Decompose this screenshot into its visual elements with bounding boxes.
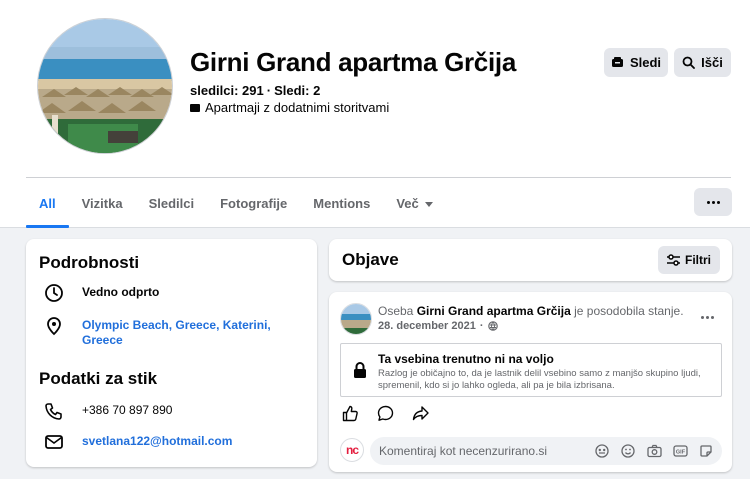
- following-count[interactable]: Sledi: 2: [274, 83, 320, 98]
- tab-label: Mentions: [313, 196, 371, 211]
- page-stats: sledilci: 291 · Sledi: 2: [190, 83, 320, 98]
- date-separator: ·: [479, 320, 484, 332]
- post-prefix: Oseba: [378, 304, 414, 318]
- category-label: Apartmaji z dodatnimi storitvami: [205, 100, 390, 115]
- more-options-button[interactable]: [694, 188, 732, 216]
- details-card: Podrobnosti Vedno odprto Olympic Beach, …: [26, 239, 317, 467]
- post-author-avatar[interactable]: [340, 303, 372, 335]
- details-heading: Podrobnosti: [39, 253, 140, 272]
- mail-icon: [42, 432, 66, 452]
- followers-count[interactable]: sledilci: 291: [190, 83, 264, 98]
- address-link[interactable]: Olympic Beach, Greece, Katerini, Greece: [82, 316, 282, 348]
- hours-row: Vedno odprto: [42, 283, 159, 303]
- globe-icon: [487, 321, 498, 331]
- filter-button[interactable]: Filtri: [658, 246, 720, 274]
- camera-icon[interactable]: [646, 443, 662, 459]
- unavailable-title: Ta vsebina trenutno ni na voljo: [378, 352, 554, 366]
- follow-icon: [611, 57, 623, 67]
- profile-picture[interactable]: [37, 18, 173, 154]
- email-link[interactable]: svetlana122@hotmail.com: [82, 432, 232, 449]
- location-pin-icon: [42, 316, 66, 336]
- tab-label: All: [39, 196, 56, 211]
- tab-more[interactable]: Več: [383, 186, 445, 226]
- tab-sledilci[interactable]: Sledilci: [136, 186, 208, 226]
- gif-icon[interactable]: GIF: [672, 443, 688, 459]
- briefcase-icon: [190, 103, 200, 112]
- avatar-sticker-icon[interactable]: [594, 443, 610, 459]
- hours-text: Vedno odprto: [82, 285, 160, 299]
- posts-heading: Objave: [342, 250, 399, 269]
- post-date-line: 28. december 2021 ·: [378, 320, 498, 332]
- filter-label: Filtri: [685, 253, 711, 267]
- post-options-button[interactable]: [701, 316, 714, 319]
- email-row: svetlana122@hotmail.com: [42, 432, 232, 452]
- like-icon[interactable]: [341, 404, 359, 422]
- comment-placeholder: Komentiraj kot necenzurirano.si: [379, 444, 548, 458]
- filter-sliders-icon: [667, 254, 680, 266]
- page-header: Girni Grand apartma Grčija sledilci: 291…: [0, 0, 750, 228]
- unavailable-text: Razlog je običajno to, da je lastnik del…: [378, 368, 701, 391]
- tab-label: Več: [396, 196, 419, 211]
- posts-header-card: Objave Filtri: [329, 239, 732, 281]
- search-icon: [682, 56, 696, 69]
- phone-text: +386 70 897 890: [82, 403, 173, 417]
- tab-label: Vizitka: [81, 196, 123, 211]
- share-icon[interactable]: [411, 404, 429, 422]
- phone-row: +386 70 897 890: [42, 401, 172, 421]
- page-title: Girni Grand apartma Grčija: [190, 47, 516, 77]
- post-author-link[interactable]: Girni Grand apartma Grčija: [417, 304, 571, 318]
- stats-separator: ·: [266, 83, 272, 98]
- post-date[interactable]: 28. december 2021: [378, 320, 476, 332]
- comment-input[interactable]: Komentiraj kot necenzurirano.si GIF: [370, 437, 722, 465]
- page-category: Apartmaji z dodatnimi storitvami: [190, 100, 389, 115]
- tab-label: Sledilci: [148, 196, 195, 211]
- content-unavailable-box: Ta vsebina trenutno ni na voljo Razlog j…: [340, 343, 722, 397]
- comment-icon[interactable]: [376, 404, 394, 422]
- tab-mentions[interactable]: Mentions: [300, 186, 383, 226]
- follow-button[interactable]: Sledi: [604, 48, 668, 77]
- clock-icon: [42, 283, 66, 303]
- search-label: Išči: [701, 55, 723, 70]
- post-card: Oseba Girni Grand apartma Grčija je poso…: [329, 292, 732, 472]
- follow-label: Sledi: [629, 55, 662, 70]
- svg-text:GIF: GIF: [675, 449, 685, 455]
- post-action: je posodobila stanje.: [574, 304, 684, 318]
- comment-tools: GIF: [594, 443, 714, 459]
- tab-all[interactable]: All: [26, 186, 69, 228]
- post-header-text: Oseba Girni Grand apartma Grčija je poso…: [378, 304, 684, 318]
- tab-label: Fotografije: [220, 196, 288, 211]
- sticker-icon[interactable]: [698, 443, 714, 459]
- emoji-icon[interactable]: [620, 443, 636, 459]
- contact-heading: Podatki za stik: [39, 369, 158, 388]
- post-actions: [341, 404, 429, 422]
- phone-icon: [42, 401, 66, 421]
- tab-vizitka[interactable]: Vizitka: [69, 186, 136, 226]
- search-button[interactable]: Išči: [674, 48, 731, 77]
- tab-fotografije[interactable]: Fotografije: [207, 186, 300, 226]
- commenter-avatar[interactable]: nc: [340, 438, 364, 462]
- address-row: Olympic Beach, Greece, Katerini, Greece: [42, 316, 282, 348]
- lock-icon: [353, 361, 367, 384]
- header-divider: [26, 177, 731, 178]
- page-tabs: All Vizitka Sledilci Fotografije Mention…: [26, 186, 446, 228]
- caret-down-icon: [424, 202, 433, 208]
